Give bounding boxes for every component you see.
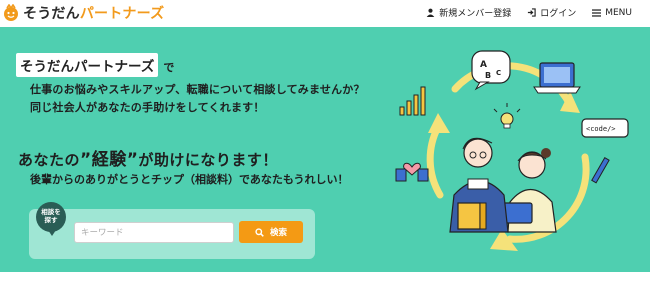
hero-subline: 後輩からのありがとうとチップ（相談料）であなたもうれしい！ — [30, 173, 349, 186]
logo-text-part1: そうだん — [23, 6, 80, 22]
keyword-search-input[interactable] — [74, 222, 234, 243]
search-label-bubble: 相談を 探す — [36, 202, 66, 236]
headline-quote-close: ” — [126, 150, 139, 170]
nav-register-label: 新規メンバー登録 — [439, 9, 512, 19]
headline-post: が助けになります！ — [138, 151, 278, 169]
header-nav: 新規メンバー登録 ログイン MENU — [426, 6, 632, 19]
lightbulb-icon — [493, 103, 521, 129]
abc-speech-bubble-icon: A B C — [471, 50, 511, 91]
hero-illustration: A B C <code/> — [395, 50, 629, 251]
site-header: そうだんパートナーズ 新規メンバー登録 ログイン MENU — [0, 0, 650, 27]
nav-register[interactable]: 新規メンバー登録 — [426, 6, 511, 19]
code-tag-icon: <code/> — [581, 118, 629, 138]
bar-chart-icon — [399, 86, 426, 116]
code-tag-text: <code/> — [586, 125, 616, 133]
nav-menu-label: MENU — [605, 7, 632, 18]
arrowhead-left — [428, 113, 450, 133]
cycle-arrow-left — [426, 123, 444, 199]
logo-mark-icon — [2, 3, 20, 22]
heart-hands-icon — [395, 162, 429, 182]
search-label-line2: 探す — [44, 216, 58, 224]
nav-login-label: ログイン — [540, 9, 577, 19]
pen-icon — [591, 157, 610, 184]
hero-section: そうだんパートナーズ で 仕事のお悩みやスキルアップ、転職について相談してみませ… — [0, 27, 650, 272]
hero-brand-suffix: で — [163, 61, 175, 74]
site-logo[interactable]: そうだんパートナーズ — [2, 3, 164, 23]
hero-brand-line: そうだんパートナーズ で — [16, 53, 174, 77]
hero-headline: あなたの”経験”が助けになります！ — [18, 145, 278, 170]
nav-login[interactable]: ログイン — [527, 6, 576, 19]
people-illustration — [449, 137, 557, 233]
logo-text-part2: パートナーズ — [79, 6, 165, 22]
hero-brand-name: そうだんパートナーズ — [16, 53, 159, 77]
search-icon — [255, 227, 264, 237]
hamburger-menu-icon — [592, 8, 602, 17]
search-button-label: 検索 — [269, 228, 287, 238]
headline-quote-open: ” — [80, 150, 92, 170]
bubble-letter-b: B — [485, 71, 491, 80]
hero-line-1: 仕事のお悩みやスキルアップ、転職について相談してみませんか？ — [30, 83, 365, 96]
search-button[interactable]: 検索 — [239, 221, 303, 243]
laptop-icon — [533, 62, 581, 94]
logo-text: そうだんパートナーズ — [23, 3, 164, 23]
headline-keyword: 経験 — [91, 150, 127, 170]
bubble-letter-c: C — [496, 69, 501, 77]
user-icon — [426, 8, 435, 17]
headline-pre: あなたの — [18, 151, 81, 169]
bubble-letter-a: A — [480, 60, 487, 70]
login-icon — [528, 8, 536, 17]
nav-menu[interactable]: MENU — [592, 8, 632, 18]
hero-line-2: 同じ社会人があなたの手助けをしてくれます！ — [30, 101, 265, 114]
